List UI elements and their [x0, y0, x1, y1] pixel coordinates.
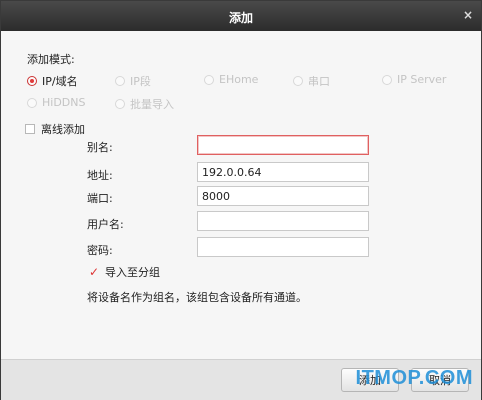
close-icon[interactable]: × [463, 8, 473, 22]
port-label: 端口: [87, 192, 113, 205]
radio-label: HiDDNS [42, 96, 86, 109]
radio-dot-icon [204, 74, 214, 85]
radio-dot-icon [115, 76, 125, 86]
offline-add-checkbox[interactable]: 离线添加 [25, 121, 85, 137]
radio-dot-icon [27, 76, 37, 86]
radio-hiddns[interactable]: HiDDNS [27, 96, 85, 109]
radio-dot-icon [293, 76, 303, 86]
port-input[interactable] [197, 186, 369, 206]
radio-ehome[interactable]: EHome [204, 73, 258, 86]
radio-label: 串口 [308, 75, 330, 88]
alias-label: 别名: [87, 141, 113, 154]
alias-input[interactable] [197, 135, 369, 155]
password-label: 密码: [87, 244, 113, 257]
dialog-footer: 添加 取消 [1, 359, 481, 400]
username-label: 用户名: [87, 218, 124, 231]
radio-batch-import[interactable]: 批量导入 [115, 96, 174, 112]
import-to-group-label: 导入至分组 [105, 266, 160, 279]
radio-serial-port[interactable]: 串口 [293, 73, 330, 89]
radio-label: IP Server [397, 73, 447, 86]
radio-label: EHome [219, 73, 259, 86]
address-input[interactable] [197, 162, 369, 182]
cancel-button[interactable]: 取消 [411, 368, 469, 392]
radio-label: 批量导入 [130, 98, 174, 111]
radio-ip-domain[interactable]: IP/域名 [27, 73, 78, 89]
radio-ip-segment[interactable]: IP段 [115, 73, 151, 89]
add-device-dialog: 添加 × 添加模式: IP/域名 IP段 EHome 串口 IP Server … [0, 0, 482, 400]
radio-dot-icon [115, 99, 125, 109]
group-hint-text: 将设备名作为组名，该组包含设备所有通道。 [87, 291, 307, 304]
offline-add-label: 离线添加 [41, 123, 85, 136]
title-bar[interactable]: 添加 × [1, 1, 481, 31]
import-to-group-checkbox[interactable]: ✓ 导入至分组 [89, 264, 160, 280]
radio-label: IP段 [130, 75, 151, 88]
dialog-title: 添加 [228, 11, 253, 25]
radio-ip-server[interactable]: IP Server [382, 73, 446, 86]
add-mode-label: 添加模式: [27, 53, 75, 66]
radio-label: IP/域名 [42, 75, 78, 88]
username-input[interactable] [197, 211, 369, 231]
address-label: 地址: [87, 169, 113, 182]
radio-dot-icon [27, 97, 37, 108]
checkbox-box-icon [25, 124, 35, 134]
checkmark-icon: ✓ [89, 265, 100, 279]
radio-dot-icon [382, 74, 392, 85]
add-button[interactable]: 添加 [341, 368, 399, 392]
password-input[interactable] [197, 237, 369, 257]
